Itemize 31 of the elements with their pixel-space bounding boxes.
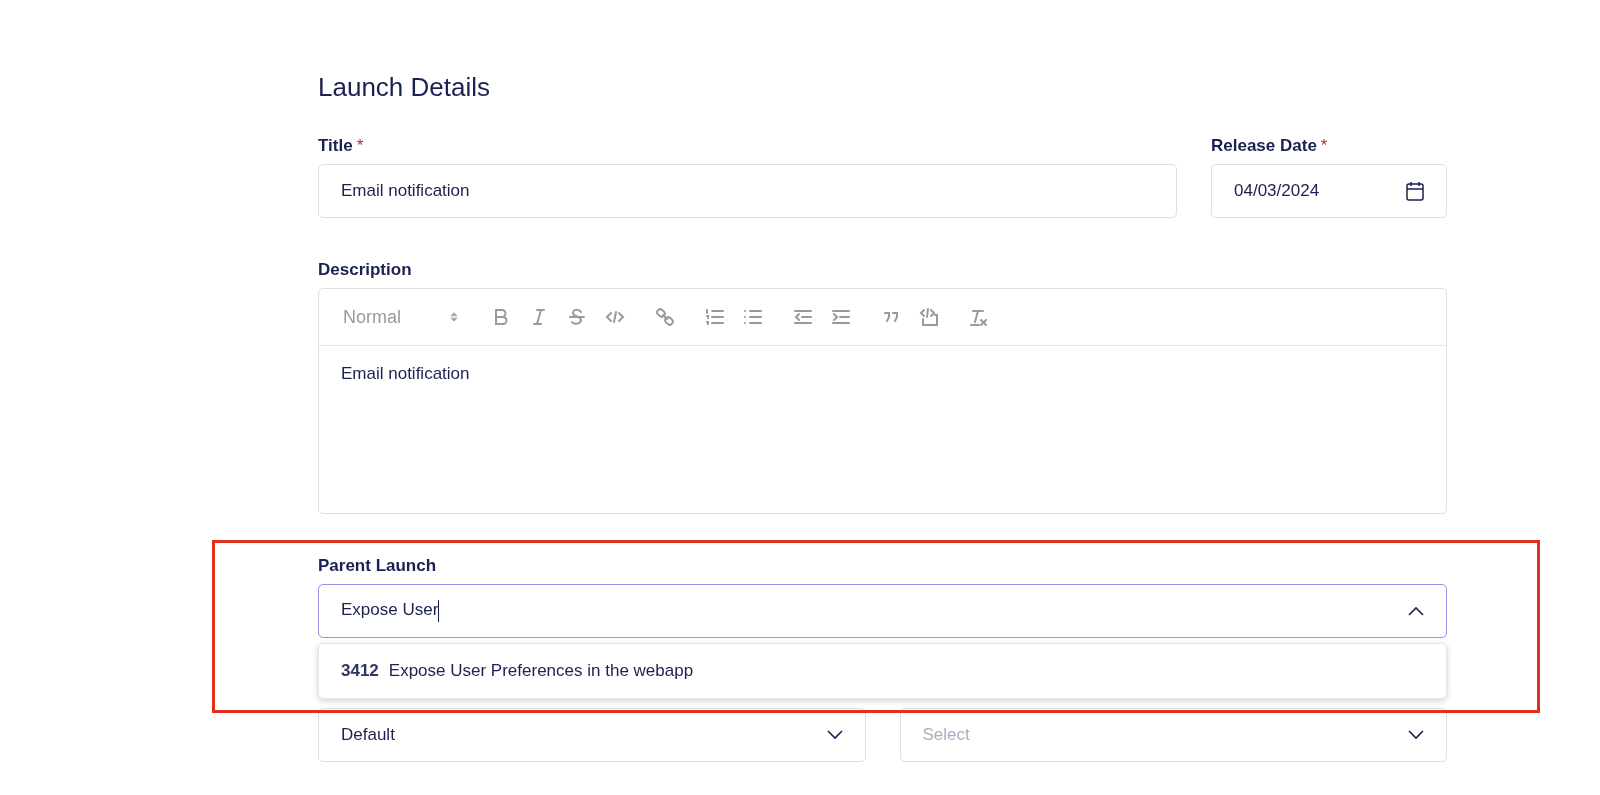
dropdown-option[interactable]: 3412 Expose User Preferences in the webapp <box>318 643 1447 699</box>
clear-format-icon[interactable] <box>969 307 989 327</box>
strikethrough-icon[interactable] <box>567 307 587 327</box>
date-value: 04/03/2024 <box>1234 181 1320 201</box>
calendar-icon[interactable] <box>1406 181 1424 201</box>
field-label: Parent Launch <box>318 556 437 576</box>
outdent-icon[interactable] <box>793 307 813 327</box>
indent-icon[interactable] <box>831 307 851 327</box>
select-value: Default <box>341 725 395 745</box>
numbered-list-icon[interactable] <box>705 307 725 327</box>
field-label: Release Date <box>1211 136 1317 156</box>
chevron-icon[interactable] <box>1408 606 1424 616</box>
chevron-icon[interactable] <box>1408 730 1424 740</box>
option-id: 3412 <box>341 661 379 681</box>
field-label: Title <box>318 136 353 156</box>
code-block-icon[interactable] <box>919 307 939 327</box>
date-input[interactable]: 04/03/2024 <box>1211 164 1447 218</box>
rich-text-editor[interactable]: Normal Email notification <box>318 288 1447 514</box>
title-input[interactable]: Email notification <box>318 164 1177 218</box>
required-mark: * <box>1320 136 1328 156</box>
select-placeholder: Select <box>922 725 970 745</box>
parent-launch-combobox[interactable]: Expose User <box>318 584 1447 638</box>
editor-text: Email notification <box>340 363 471 385</box>
section-heading: Launch Details <box>318 72 491 103</box>
field-label: Description <box>318 260 412 280</box>
option-text: Expose User Preferences in the webapp <box>388 661 694 681</box>
chevron-icon[interactable] <box>826 730 843 740</box>
link-icon[interactable] <box>655 307 675 327</box>
required-mark: * <box>356 136 364 156</box>
bullet-list-icon[interactable] <box>743 307 763 327</box>
select-field[interactable]: Default <box>318 708 866 762</box>
